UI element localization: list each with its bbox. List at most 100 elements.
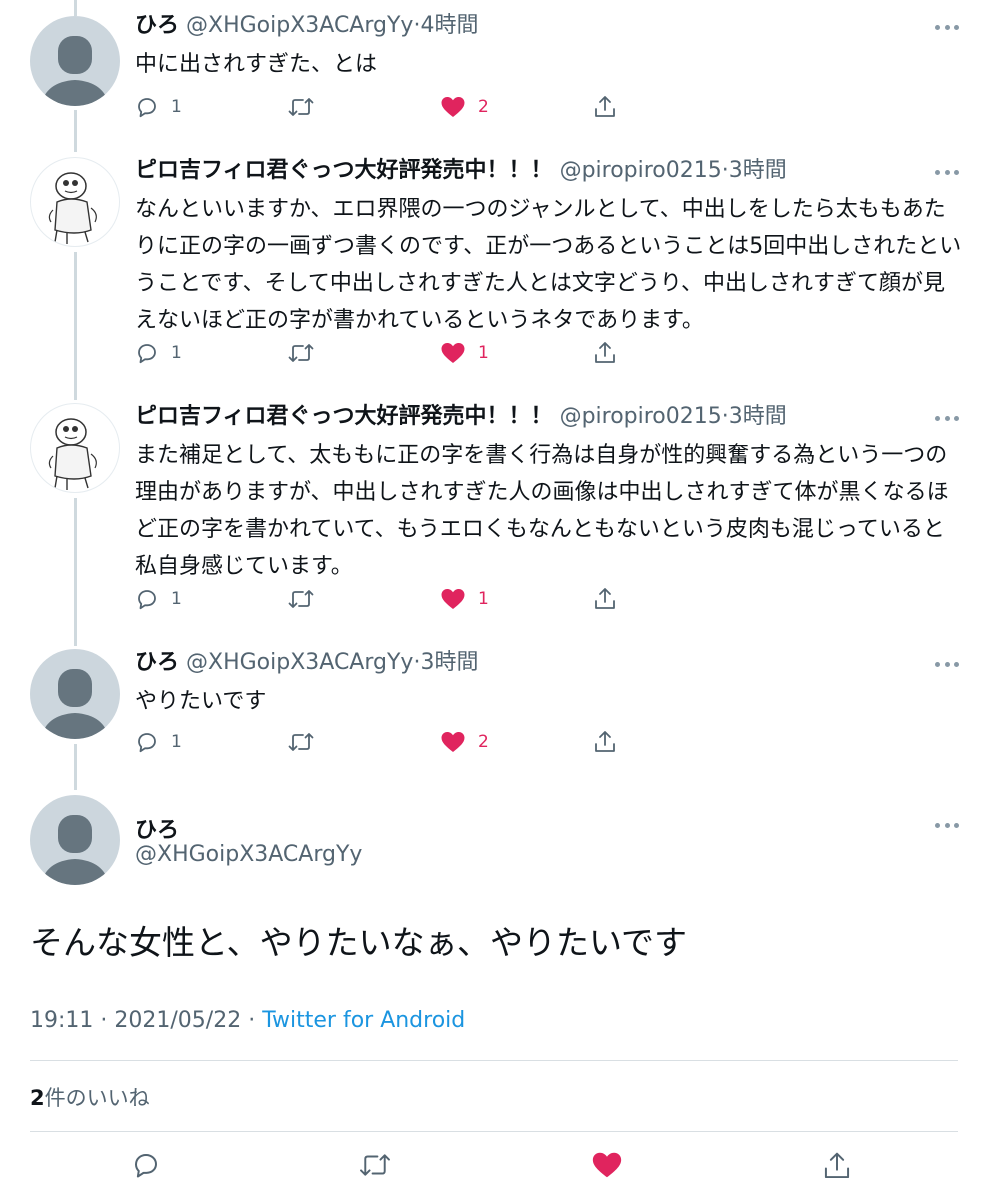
retweet-button[interactable] <box>358 1150 392 1184</box>
reply-count: 1 <box>171 732 182 752</box>
share-button[interactable] <box>822 1150 852 1186</box>
likes-label: 件のいいね <box>44 1086 150 1110</box>
display-name[interactable]: ひろ <box>135 13 179 38</box>
avatar[interactable] <box>30 649 120 739</box>
heart-icon <box>441 97 465 117</box>
reply-button[interactable]: 1 <box>135 584 182 614</box>
avatar[interactable] <box>30 795 120 885</box>
reply-icon <box>138 98 156 118</box>
timestamp[interactable]: 3時間 <box>729 158 787 183</box>
user-handle[interactable]: @piropiro0215 <box>560 404 722 429</box>
like-button[interactable]: 1 <box>440 584 489 614</box>
default-avatar-icon <box>40 36 110 106</box>
like-count: 2 <box>478 97 489 117</box>
share-icon <box>595 342 615 363</box>
separator: · <box>100 1008 108 1033</box>
share-icon <box>595 96 615 117</box>
like-button[interactable]: 2 <box>440 727 489 757</box>
tweet-actions: 1 2 <box>135 92 635 122</box>
separator: · <box>248 1008 256 1033</box>
share-button[interactable] <box>593 92 617 122</box>
retweet-button[interactable] <box>287 338 327 368</box>
tweet-text: 中に出されすぎた、とは <box>135 52 378 77</box>
reply-button[interactable]: 1 <box>135 92 182 122</box>
reply-count: 1 <box>171 343 182 363</box>
tweet-header: ピロ吉フィロ君ぐっつ大好評発売中！！！ @piropiro0215·3時間 <box>135 403 787 431</box>
like-button[interactable]: 2 <box>440 92 489 122</box>
separator: · <box>721 158 729 183</box>
reply-icon <box>135 1154 157 1178</box>
illustrated-character-icon <box>48 172 97 244</box>
more-icon[interactable] <box>935 659 959 669</box>
like-button[interactable]: 1 <box>440 338 489 368</box>
illustrated-character-icon <box>48 418 97 490</box>
source-link[interactable]: Twitter for Android <box>262 1008 465 1033</box>
more-icon[interactable] <box>935 22 959 32</box>
tweet-actions: 1 1 <box>135 584 635 614</box>
reply-button[interactable] <box>131 1150 161 1184</box>
tweet-time: 19:11 <box>30 1008 94 1033</box>
more-icon[interactable] <box>935 413 959 423</box>
likes-count: 2 <box>30 1086 45 1110</box>
reply-count: 1 <box>171 589 182 609</box>
reply-button[interactable]: 1 <box>135 338 182 368</box>
share-button[interactable] <box>593 338 617 368</box>
tweet-header: ひろ @XHGoipX3ACArgYy·4時間 <box>135 12 478 40</box>
reply-button[interactable]: 1 <box>135 727 182 757</box>
more-icon[interactable] <box>935 820 959 830</box>
heart-icon <box>441 732 465 752</box>
retweet-button[interactable] <box>287 727 327 757</box>
reply-icon <box>138 733 156 753</box>
user-handle[interactable]: @XHGoipX3ACArgYy <box>135 842 362 867</box>
tweet-text: なんといいますか、エロ界隈の一つのジャンルとして、中出しをしたら太ももあたりに正… <box>135 197 962 333</box>
tweet[interactable]: ピロ吉フィロ君ぐっつ大好評発売中！！！ @piropiro0215·3時間 また… <box>0 391 987 636</box>
tweet-meta: 19:11 · 2021/05/22 · Twitter for Android <box>30 1008 465 1033</box>
separator: · <box>721 404 729 429</box>
default-avatar-icon <box>40 815 110 885</box>
reply-icon <box>138 344 156 364</box>
heart-icon <box>441 589 465 609</box>
display-name[interactable]: ピロ吉フィロ君ぐっつ大好評発売中！！！ <box>135 158 553 183</box>
user-handle[interactable]: @XHGoipX3ACArgYy <box>186 650 413 675</box>
likes-summary[interactable]: 2件のいいね <box>30 1082 150 1112</box>
heart-icon <box>592 1152 622 1178</box>
avatar[interactable] <box>30 403 120 493</box>
retweet-icon <box>288 344 314 362</box>
timestamp[interactable]: 3時間 <box>420 650 478 675</box>
more-icon[interactable] <box>935 167 959 177</box>
avatar[interactable] <box>30 16 120 106</box>
tweet[interactable]: ひろ @XHGoipX3ACArgYy·4時間 中に出されすぎた、とは 1 2 <box>0 0 987 140</box>
like-count: 1 <box>478 589 489 609</box>
display-name[interactable]: ひろ <box>135 812 179 844</box>
tweet-date: 2021/05/22 <box>114 1008 242 1033</box>
share-button[interactable] <box>593 727 617 757</box>
tweet-actions: 1 1 <box>135 338 635 368</box>
user-handle[interactable]: @piropiro0215 <box>560 158 722 183</box>
retweet-icon <box>288 733 314 751</box>
share-button[interactable] <box>593 584 617 614</box>
like-button[interactable] <box>591 1150 623 1184</box>
tweet-header: ひろ @XHGoipX3ACArgYy·3時間 <box>135 649 478 677</box>
main-tweet-actions <box>0 1150 987 1190</box>
avatar[interactable] <box>30 157 120 247</box>
share-icon <box>824 1152 850 1179</box>
divider <box>30 1131 958 1132</box>
share-icon <box>595 588 615 609</box>
share-icon <box>595 731 615 752</box>
display-name[interactable]: ひろ <box>135 650 179 675</box>
timestamp[interactable]: 4時間 <box>420 13 478 38</box>
heart-icon <box>441 343 465 363</box>
retweet-button[interactable] <box>287 92 327 122</box>
tweet-text: また補足として、太ももに正の字を書く行為は自身が性的興奮する為という一つの理由が… <box>135 443 949 579</box>
tweet[interactable]: ピロ吉フィロ君ぐっつ大好評発売中！！！ @piropiro0215·3時間 なん… <box>0 145 987 390</box>
display-name[interactable]: ピロ吉フィロ君ぐっつ大好評発売中！！！ <box>135 404 553 429</box>
timestamp[interactable]: 3時間 <box>729 404 787 429</box>
user-handle[interactable]: @XHGoipX3ACArgYy <box>186 13 413 38</box>
divider <box>30 1060 958 1061</box>
retweet-icon <box>360 1154 390 1176</box>
retweet-button[interactable] <box>287 584 327 614</box>
retweet-icon <box>288 590 314 608</box>
like-count: 2 <box>478 732 489 752</box>
reply-icon <box>138 590 156 610</box>
tweet[interactable]: ひろ @XHGoipX3ACArgYy·3時間 やりたいです 1 2 <box>0 637 987 787</box>
